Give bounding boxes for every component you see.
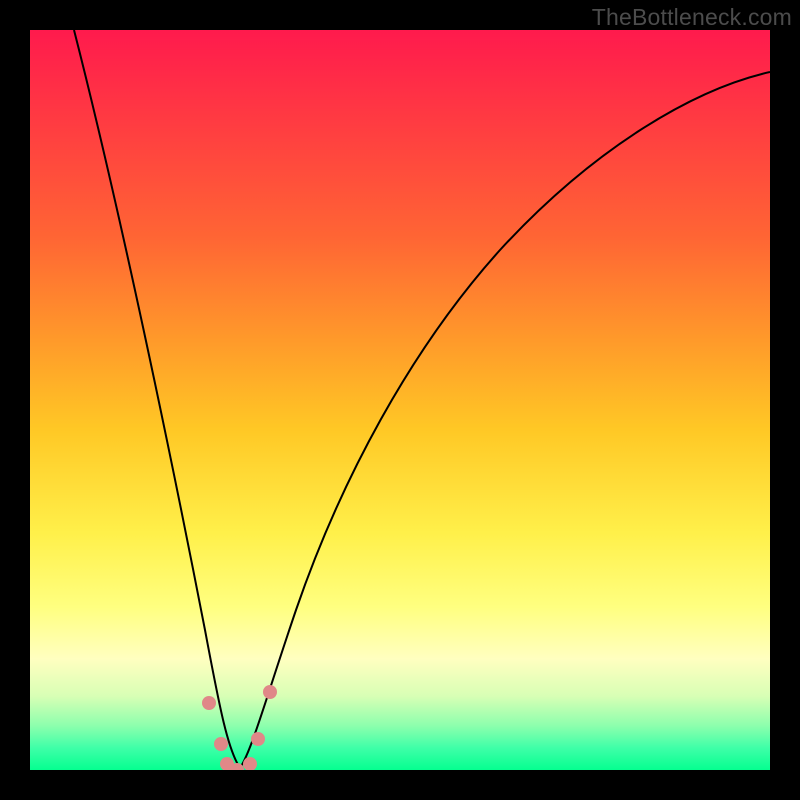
marker-dot: [202, 696, 216, 710]
plot-area: [30, 30, 770, 770]
marker-dot: [214, 737, 228, 751]
bottleneck-curve-path: [74, 30, 770, 768]
marker-dot: [263, 685, 277, 699]
watermark-text: TheBottleneck.com: [592, 4, 792, 31]
marker-group: [202, 685, 277, 770]
curve-svg: [30, 30, 770, 770]
marker-dot: [251, 732, 265, 746]
